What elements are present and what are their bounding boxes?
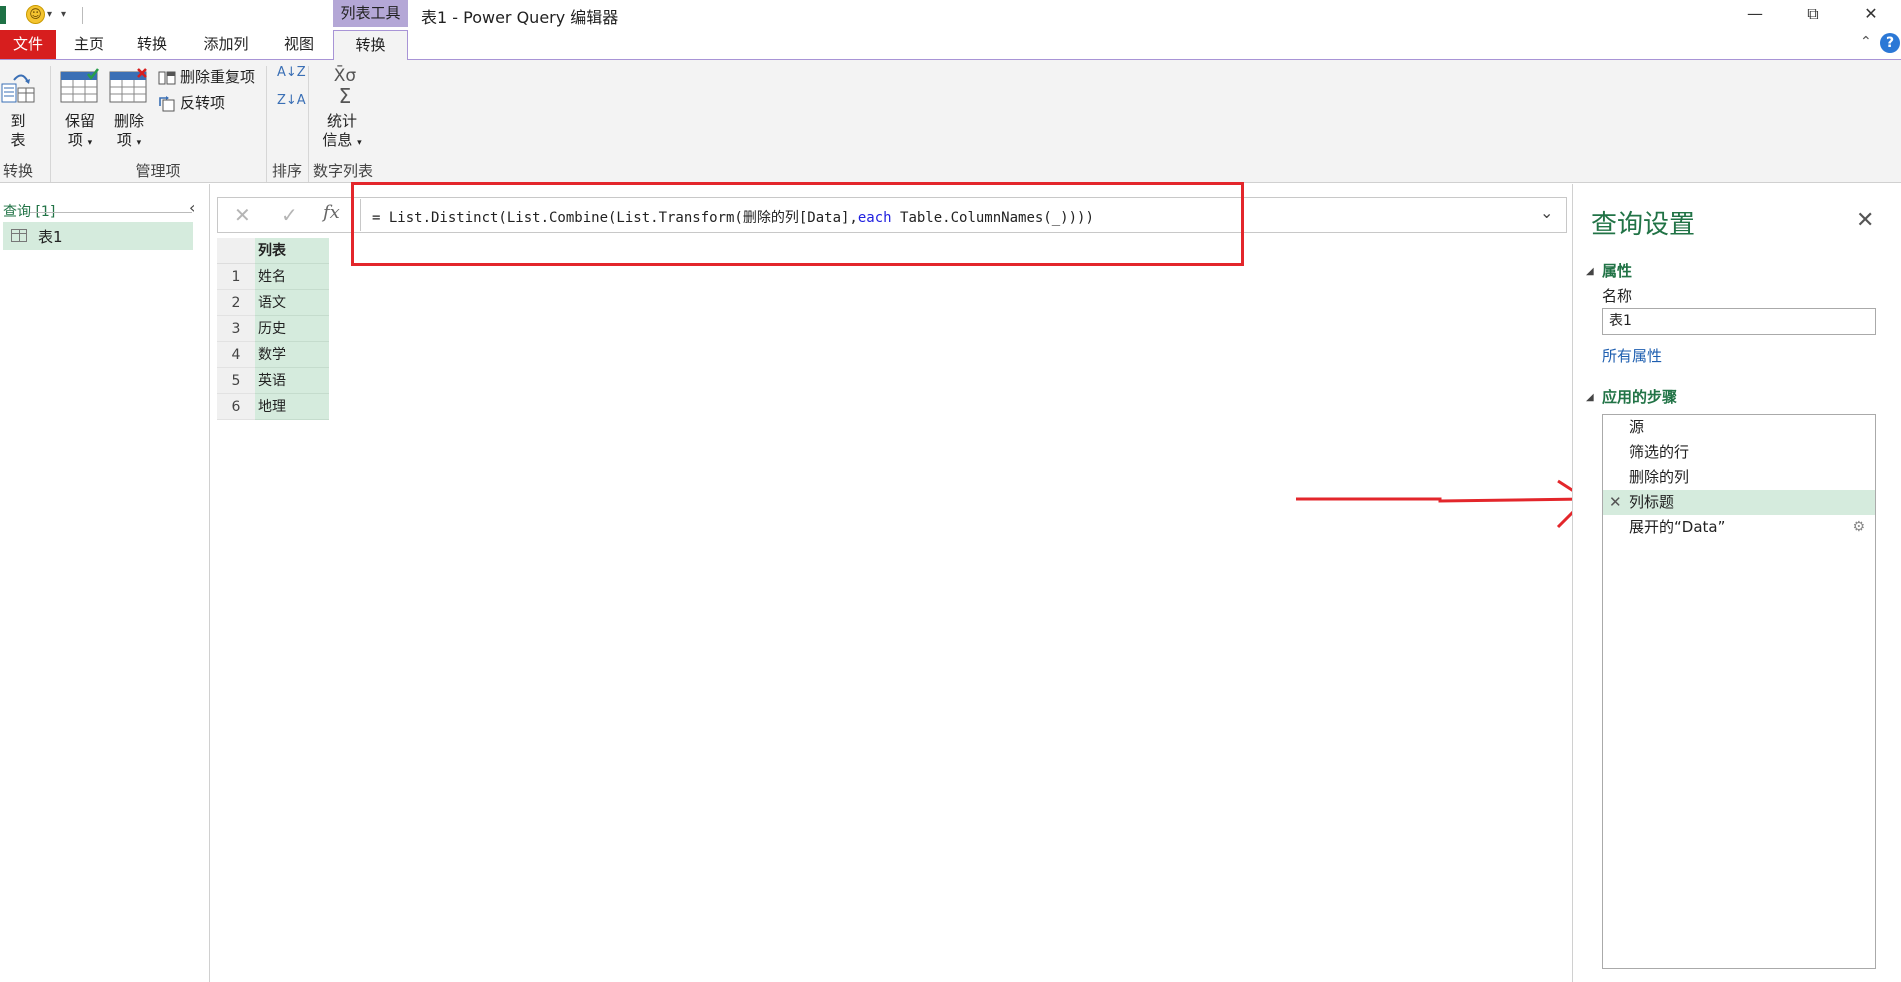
collapse-pane-icon[interactable]: ‹ (189, 198, 195, 217)
step-item[interactable]: 源 (1603, 415, 1875, 440)
reverse-items-button[interactable]: 反转项 (158, 92, 225, 114)
step-item[interactable]: 筛选的行 (1603, 440, 1875, 465)
help-icon[interactable]: ? (1880, 33, 1900, 53)
step-settings-gear-icon[interactable]: ⚙ (1852, 515, 1865, 540)
close-settings-icon[interactable]: ✕ (1856, 208, 1874, 233)
remove-items-label[interactable]: 删除项 ▾ (107, 112, 151, 153)
qat-separator (82, 7, 83, 24)
smiley-dropdown-icon[interactable]: ▾ (47, 9, 52, 20)
applied-steps-title: 应用的步骤 (1602, 388, 1678, 406)
sort-descending-button[interactable]: Z↓A (277, 94, 306, 108)
tab-home[interactable]: 主页 (64, 30, 114, 59)
excel-logo-icon (0, 6, 6, 24)
statistics-icon[interactable]: X̄σ Σ (325, 66, 365, 106)
sort-ascending-button[interactable]: A↓Z (277, 66, 306, 80)
group-label-sort: 排序 (271, 162, 302, 180)
tab-view[interactable]: 视图 (274, 30, 324, 59)
properties-section-title: 属性 (1602, 262, 1633, 280)
keep-items-label[interactable]: 保留项 ▾ (58, 112, 102, 153)
group-label-convert: 转换 (2, 162, 33, 180)
table-cell[interactable]: 数学 (255, 342, 329, 368)
collapse-steps-icon[interactable]: ◢ (1586, 392, 1594, 403)
column-header-list[interactable]: 列表 (255, 238, 329, 264)
title-bar (0, 0, 1901, 30)
table-icon (11, 229, 27, 242)
row-number: 5 (217, 368, 255, 394)
table-cell[interactable]: 语文 (255, 290, 329, 316)
expand-formula-icon[interactable]: ⌄ (1540, 203, 1553, 222)
remove-duplicates-icon (158, 71, 176, 84)
window-title: 表1 - Power Query 编辑器 (421, 8, 619, 27)
fx-icon[interactable]: fx (323, 202, 340, 223)
row-number: 3 (217, 316, 255, 342)
delete-step-icon[interactable]: ✕ (1609, 490, 1622, 515)
qat-customize-icon[interactable]: ▾ (61, 9, 66, 20)
table-cell[interactable]: 英语 (255, 368, 329, 394)
remove-items-button[interactable] (109, 68, 149, 106)
group-separator (308, 66, 309, 182)
statistics-label[interactable]: 统计 信息 ▾ (320, 112, 364, 153)
group-label-numeric: 数字列表 (312, 162, 373, 180)
query-item-label[interactable]: 表1 (38, 226, 63, 247)
keep-items-button[interactable] (60, 68, 100, 106)
keep-items-icon (60, 68, 99, 103)
query-item-table1[interactable] (3, 222, 193, 250)
remove-duplicates-button[interactable]: 删除重复项 (158, 66, 255, 88)
tab-transform[interactable]: 转换 (127, 30, 177, 59)
collapse-properties-icon[interactable]: ◢ (1586, 266, 1594, 277)
row-number: 6 (217, 394, 255, 420)
table-cell[interactable]: 姓名 (255, 264, 329, 290)
row-number: 1 (217, 264, 255, 290)
step-item[interactable]: 展开的“Data” ⚙ (1603, 515, 1875, 540)
table-cell[interactable]: 地理 (255, 394, 329, 420)
queries-divider (30, 212, 192, 213)
step-item[interactable]: 删除的列 (1603, 465, 1875, 490)
to-table-button[interactable] (0, 70, 36, 114)
queries-header: 查询 [1] (3, 204, 56, 220)
annotation-highlight-box (351, 182, 1244, 266)
context-tab-header: 列表工具 (333, 0, 408, 27)
settings-title: 查询设置 (1591, 210, 1696, 240)
query-name-input[interactable]: 表1 (1602, 308, 1876, 335)
to-table-label: 到表 (10, 112, 26, 149)
tab-list-transform[interactable]: 转换 (333, 30, 408, 61)
to-table-icon (1, 74, 35, 103)
row-number: 2 (217, 290, 255, 316)
smiley-feedback-icon[interactable]: ☺ (26, 5, 45, 24)
all-properties-link[interactable]: 所有属性 (1602, 345, 1662, 366)
queries-pane (0, 184, 210, 982)
group-separator (50, 66, 51, 182)
sort-ascending-icon: A↓Z (277, 65, 306, 80)
commit-formula-icon[interactable]: ✓ (281, 203, 298, 227)
restore-button[interactable]: ⧉ (1790, 0, 1836, 28)
name-label: 名称 (1602, 287, 1633, 305)
minimize-button[interactable]: — (1732, 0, 1778, 28)
row-number: 4 (217, 342, 255, 368)
collapse-ribbon-icon[interactable]: ⌃ (1860, 34, 1872, 50)
group-separator (266, 66, 267, 182)
close-window-button[interactable]: ✕ (1848, 0, 1894, 28)
sort-descending-icon: Z↓A (277, 93, 306, 108)
reverse-items-icon (159, 95, 175, 111)
table-cell[interactable]: 历史 (255, 316, 329, 342)
tab-add-column[interactable]: 添加列 (196, 30, 256, 59)
group-label-manage: 管理项 (135, 162, 181, 180)
cancel-formula-icon[interactable]: ✕ (234, 203, 251, 227)
annotation-arrow (1296, 479, 1589, 529)
remove-items-icon (109, 68, 147, 103)
tab-file[interactable]: 文件 (0, 30, 56, 59)
step-item-selected[interactable]: ✕ 列标题 (1603, 490, 1875, 515)
grid-corner[interactable] (217, 238, 255, 264)
